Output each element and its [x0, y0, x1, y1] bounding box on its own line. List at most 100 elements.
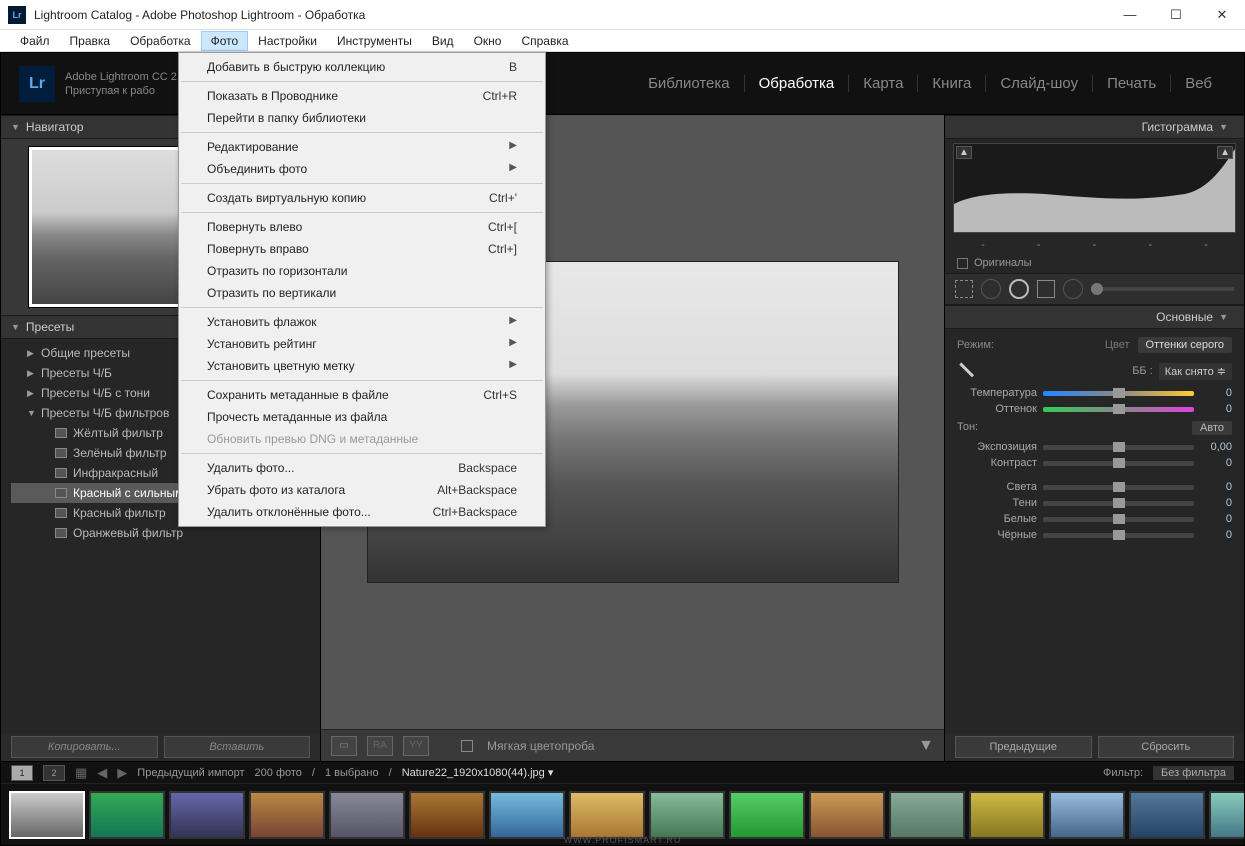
filmstrip-thumb[interactable] [329, 791, 405, 839]
basic-panel: Режим: Цвет Оттенки серого ББ : Как снят… [945, 329, 1244, 547]
menu-item[interactable]: Установить рейтинг▶ [179, 333, 545, 355]
menu-item[interactable]: Отразить по горизонтали [179, 260, 545, 282]
menu-item[interactable]: Объединить фото▶ [179, 158, 545, 180]
chevron-down-icon: ▼ [1219, 122, 1228, 132]
module-1[interactable]: Обработка [745, 75, 850, 92]
histogram[interactable]: ▲ ▲ [953, 143, 1236, 233]
menu-item[interactable]: Сохранить метаданные в файлеCtrl+S [179, 384, 545, 406]
previous-button[interactable]: Предыдущие [955, 736, 1092, 758]
menu-item[interactable]: Создать виртуальную копиюCtrl+' [179, 187, 545, 209]
module-6[interactable]: Веб [1171, 75, 1226, 92]
menu-окно[interactable]: Окно [464, 31, 512, 51]
module-0[interactable]: Библиотека [634, 75, 745, 92]
filmstrip-thumb[interactable] [89, 791, 165, 839]
filmstrip-thumb[interactable] [729, 791, 805, 839]
slider-Температура[interactable]: Температура0 [957, 385, 1232, 401]
menu-item[interactable]: Редактирование▶ [179, 136, 545, 158]
filmstrip-thumb[interactable] [489, 791, 565, 839]
menu-настройки[interactable]: Настройки [248, 31, 327, 51]
primary-display-button[interactable]: 1 [11, 765, 33, 781]
crop-tool[interactable] [955, 280, 973, 298]
menu-item[interactable]: Повернуть вправоCtrl+] [179, 238, 545, 260]
menu-item[interactable]: Показать в ПроводникеCtrl+R [179, 85, 545, 107]
basic-header[interactable]: Основные ▼ [945, 305, 1244, 329]
filmstrip-thumb[interactable] [649, 791, 725, 839]
menu-файл[interactable]: Файл [10, 31, 60, 51]
menu-item[interactable]: Удалить фото...Backspace [179, 457, 545, 479]
menu-правка[interactable]: Правка [60, 31, 121, 51]
tool-slider[interactable] [1091, 287, 1234, 291]
filmstrip-thumb[interactable] [1209, 791, 1244, 839]
menu-item[interactable]: Повернуть влевоCtrl+[ [179, 216, 545, 238]
module-3[interactable]: Книга [918, 75, 986, 92]
eyedropper-icon[interactable] [953, 357, 981, 385]
module-4[interactable]: Слайд-шоу [986, 75, 1093, 92]
treatment-color[interactable]: Цвет [1097, 337, 1138, 353]
menu-item[interactable]: Установить флажок▶ [179, 311, 545, 333]
maximize-button[interactable]: ☐ [1153, 0, 1199, 30]
wb-dropdown[interactable]: Как снято ≑ [1159, 363, 1232, 380]
secondary-display-button[interactable]: 2 [43, 765, 65, 781]
originals-row[interactable]: Оригиналы [945, 253, 1244, 273]
slider-Тени[interactable]: Тени0 [957, 495, 1232, 511]
histogram-header[interactable]: Гистограмма ▼ [945, 115, 1244, 139]
slider-Света[interactable]: Света0 [957, 479, 1232, 495]
menu-item[interactable]: Прочесть метаданные из файла [179, 406, 545, 428]
clip-shadows-icon[interactable]: ▲ [956, 146, 972, 159]
toolbar-menu-button[interactable]: ▼ [918, 737, 934, 755]
menu-обработка[interactable]: Обработка [120, 31, 201, 51]
originals-checkbox[interactable] [957, 258, 968, 269]
filmstrip-thumb[interactable] [809, 791, 885, 839]
loupe-view-button[interactable]: ▭ [331, 736, 357, 756]
filmstrip-thumb[interactable] [1049, 791, 1125, 839]
minimize-button[interactable]: — [1107, 0, 1153, 30]
slider-Экспозиция[interactable]: Экспозиция0,00 [957, 439, 1232, 455]
menu-справка[interactable]: Справка [511, 31, 578, 51]
filmstrip-thumb[interactable] [1129, 791, 1205, 839]
copy-button[interactable]: Копировать... [11, 736, 158, 758]
menu-вид[interactable]: Вид [422, 31, 464, 51]
before-after-ra-button[interactable]: RA [367, 736, 393, 756]
reset-button[interactable]: Сбросить [1098, 736, 1235, 758]
filmstrip-thumb[interactable] [569, 791, 645, 839]
menu-item[interactable]: Установить цветную метку▶ [179, 355, 545, 377]
paste-button[interactable]: Вставить [164, 736, 311, 758]
grad-filter-tool[interactable] [1037, 280, 1055, 298]
soft-proof-checkbox[interactable] [461, 740, 473, 752]
tone-auto-button[interactable]: Авто [1192, 421, 1232, 435]
module-5[interactable]: Печать [1093, 75, 1171, 92]
menu-item[interactable]: Удалить отклонённые фото...Ctrl+Backspac… [179, 501, 545, 523]
treatment-gray[interactable]: Оттенки серого [1138, 337, 1232, 353]
menu-item[interactable]: Добавить в быструю коллекциюB [179, 56, 545, 78]
before-after-yy-button[interactable]: YY [403, 736, 429, 756]
menu-item[interactable]: Отразить по вертикали [179, 282, 545, 304]
right-panel: Гистограмма ▼ ▲ ▲ ----- Оригиналы [944, 115, 1244, 761]
filmstrip-thumb[interactable] [969, 791, 1045, 839]
filmstrip-thumb[interactable] [889, 791, 965, 839]
filmstrip-thumb[interactable] [249, 791, 325, 839]
back-icon[interactable]: ◀ [97, 765, 107, 781]
redeye-tool[interactable] [1009, 279, 1029, 299]
grid-icon[interactable]: ▦ [75, 765, 87, 781]
menu-инструменты[interactable]: Инструменты [327, 31, 422, 51]
source-label[interactable]: Предыдущий импорт [137, 767, 244, 779]
slider-Оттенок[interactable]: Оттенок0 [957, 401, 1232, 417]
menu-фото[interactable]: Фото [201, 31, 249, 51]
radial-filter-tool[interactable] [1063, 279, 1083, 299]
module-2[interactable]: Карта [849, 75, 918, 92]
menu-item[interactable]: Перейти в папку библиотеки [179, 107, 545, 129]
clip-highlights-icon[interactable]: ▲ [1217, 146, 1233, 159]
filmstrip-thumb[interactable] [169, 791, 245, 839]
filmstrip-thumb[interactable] [9, 791, 85, 839]
spot-tool[interactable] [981, 279, 1001, 299]
slider-Чёрные[interactable]: Чёрные0 [957, 527, 1232, 543]
filename[interactable]: Nature22_1920x1080(44).jpg ▾ [402, 766, 554, 779]
slider-Контраст[interactable]: Контраст0 [957, 455, 1232, 471]
filmstrip-thumb[interactable] [409, 791, 485, 839]
slider-Белые[interactable]: Белые0 [957, 511, 1232, 527]
filter-dropdown[interactable]: Без фильтра [1153, 766, 1234, 780]
forward-icon[interactable]: ▶ [117, 765, 127, 781]
close-button[interactable]: ✕ [1199, 0, 1245, 30]
menu-item[interactable]: Убрать фото из каталогаAlt+Backspace [179, 479, 545, 501]
menubar: ФайлПравкаОбработкаФотоНастройкиИнструме… [0, 30, 1245, 52]
